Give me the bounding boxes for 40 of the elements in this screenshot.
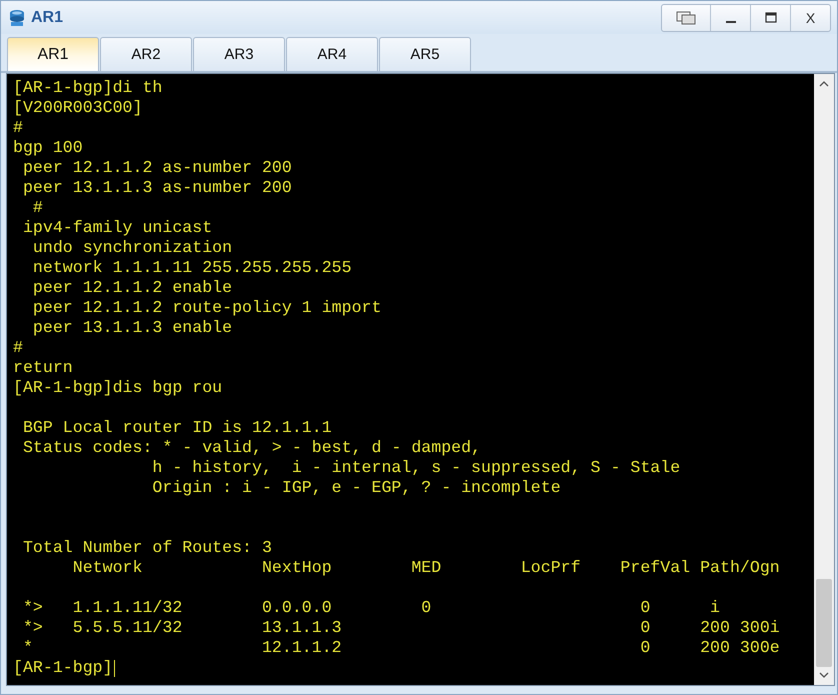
tab[interactable]: AR5	[379, 37, 471, 71]
terminal-line: [V200R003C00]	[13, 98, 142, 118]
terminal-line: Status codes: * - valid, > - best, d - damped,	[22, 438, 482, 458]
minimize-icon	[726, 21, 736, 23]
tab[interactable]: AR3	[193, 37, 285, 71]
terminal-line: #	[13, 338, 23, 358]
terminal-line: #	[32, 198, 43, 218]
terminal-line: [AR-1-bgp]di th	[13, 78, 162, 98]
scroll-bar[interactable]	[814, 74, 834, 685]
terminal-line: peer 12.1.1.2 route-policy 1 import	[32, 298, 382, 318]
windows-icon	[676, 10, 696, 24]
scroll-down-icon[interactable]	[819, 671, 829, 679]
terminal-line: Origin : i - IGP, e - EGP, ? - incomplete	[151, 478, 561, 498]
tab[interactable]: AR2	[100, 37, 192, 71]
text-cursor	[114, 660, 115, 676]
terminal-line: h - history, i - internal, s - suppressed, S - Stale	[151, 458, 680, 478]
window-title: AR1	[31, 8, 64, 26]
terminal-line: * 12.1.1.2 0 200 300e	[22, 638, 780, 658]
terminal-line: network 1.1.1.11 255.255.255.255	[32, 258, 352, 278]
terminal-line: ipv4-family unicast	[22, 218, 212, 238]
maximize-icon	[764, 12, 776, 24]
terminal-line: BGP Local router ID is 12.1.1.1	[22, 418, 332, 438]
terminal-line: *> 5.5.5.11/32 13.1.1.3 0 200 300i	[22, 618, 780, 638]
terminal-line: undo synchronization	[32, 238, 232, 258]
scroll-thumb[interactable]	[816, 579, 832, 667]
terminal-line: return	[13, 358, 73, 378]
scroll-up-icon[interactable]	[819, 80, 829, 88]
terminal-line: peer 13.1.1.3 enable	[32, 318, 232, 338]
terminal-line: Total Number of Routes: 3	[22, 538, 272, 558]
tab[interactable]: AR4	[286, 37, 378, 71]
terminal-line: Network NextHop MED LocPrf PrefVal Path/Ogn	[72, 558, 780, 578]
terminal-line: peer 12.1.1.2 enable	[32, 278, 232, 298]
terminal-line: peer 12.1.1.2 as-number 200	[22, 158, 292, 178]
terminal-line: [AR-1-bgp]dis bgp rou	[13, 378, 222, 398]
tab[interactable]: AR1	[7, 37, 99, 71]
command-prompt: [AR-1-bgp]	[13, 658, 113, 678]
terminal-line: bgp 100	[13, 138, 83, 158]
terminal-line: #	[13, 118, 23, 138]
terminal-line: *> 1.1.1.11/32 0.0.0.0 0 0 i	[22, 598, 720, 618]
terminal-line: peer 13.1.1.3 as-number 200	[22, 178, 292, 198]
